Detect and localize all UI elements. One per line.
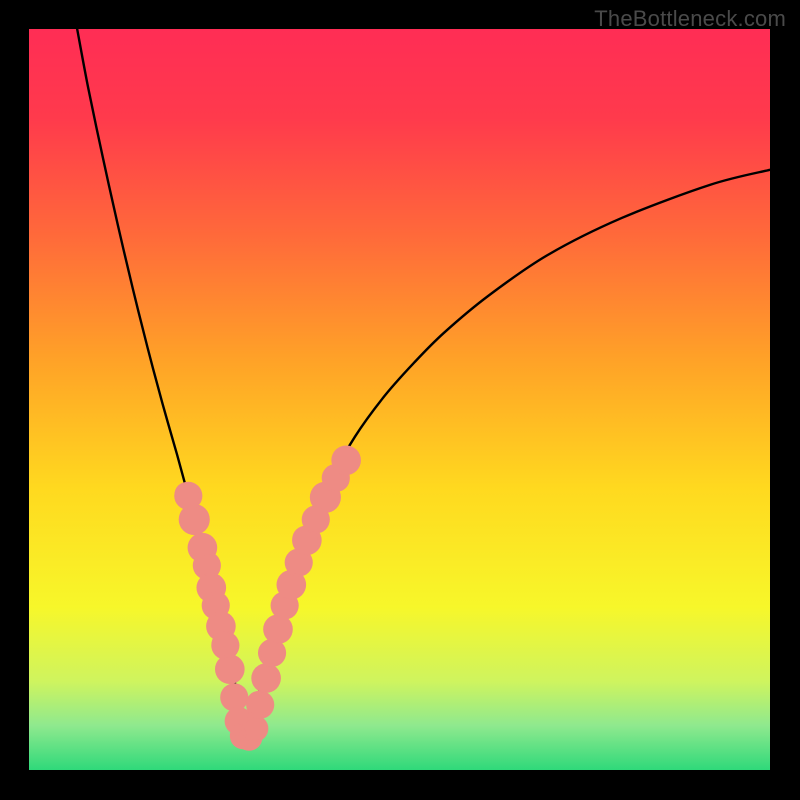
gradient-background (29, 29, 770, 770)
marker-blob (215, 654, 245, 684)
marker-blob (331, 445, 361, 475)
marker-blob (246, 691, 274, 719)
plot-svg (29, 29, 770, 770)
marker-blob (179, 504, 210, 535)
marker-blob (242, 715, 269, 742)
plot-area (29, 29, 770, 770)
marker-blob (220, 683, 248, 711)
watermark-text: TheBottleneck.com (594, 6, 786, 32)
chart-frame: TheBottleneck.com (0, 0, 800, 800)
marker-blob (251, 663, 281, 693)
